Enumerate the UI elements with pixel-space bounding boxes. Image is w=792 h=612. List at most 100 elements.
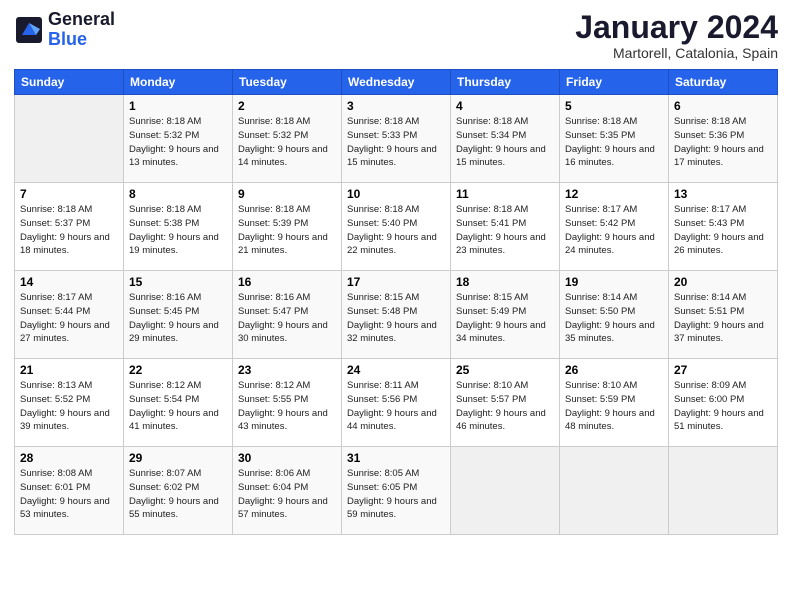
day-number: 5	[565, 99, 663, 113]
day-cell: 20Sunrise: 8:14 AMSunset: 5:51 PMDayligh…	[669, 271, 778, 359]
day-number: 23	[238, 363, 336, 377]
weekday-header-saturday: Saturday	[669, 70, 778, 95]
day-info: Sunrise: 8:17 AMSunset: 5:44 PMDaylight:…	[20, 291, 118, 346]
day-info: Sunrise: 8:15 AMSunset: 5:49 PMDaylight:…	[456, 291, 554, 346]
day-number: 26	[565, 363, 663, 377]
day-cell: 8 Sunrise: 8:18 AMSunset: 5:38 PMDaylight…	[124, 183, 233, 271]
day-info: Sunrise: 8:10 AMSunset: 5:59 PMDaylight:…	[565, 379, 663, 434]
logo: General Blue	[14, 10, 115, 50]
day-info: Sunrise: 8:05 AMSunset: 6:05 PMDaylight:…	[347, 467, 445, 522]
day-number: 3	[347, 99, 445, 113]
weekday-header-wednesday: Wednesday	[342, 70, 451, 95]
day-cell: 4 Sunrise: 8:18 AMSunset: 5:34 PMDaylight…	[451, 95, 560, 183]
day-number: 28	[20, 451, 118, 465]
day-cell: 21 Sunrise: 8:13 AMSunset: 5:52 PMDayligh…	[15, 359, 124, 447]
weekday-header-row: SundayMondayTuesdayWednesdayThursdayFrid…	[15, 70, 778, 95]
day-cell	[560, 447, 669, 535]
day-info: Sunrise: 8:06 AMSunset: 6:04 PMDaylight:…	[238, 467, 336, 522]
weekday-header-sunday: Sunday	[15, 70, 124, 95]
day-info: Sunrise: 8:15 AMSunset: 5:48 PMDaylight:…	[347, 291, 445, 346]
day-cell: 30 Sunrise: 8:06 AMSunset: 6:04 PMDayligh…	[233, 447, 342, 535]
calendar-table: SundayMondayTuesdayWednesdayThursdayFrid…	[14, 69, 778, 535]
day-number: 4	[456, 99, 554, 113]
day-info: Sunrise: 8:14 AMSunset: 5:50 PMDaylight:…	[565, 291, 663, 346]
day-cell: 3 Sunrise: 8:18 AMSunset: 5:33 PMDaylight…	[342, 95, 451, 183]
week-row-3: 14 Sunrise: 8:17 AMSunset: 5:44 PMDayligh…	[15, 271, 778, 359]
day-number: 27	[674, 363, 772, 377]
header: General Blue January 2024 Martorell, Cat…	[14, 10, 778, 61]
day-cell: 12Sunrise: 8:17 AMSunset: 5:42 PMDayligh…	[560, 183, 669, 271]
logo-blue: Blue	[48, 30, 115, 50]
day-info: Sunrise: 8:16 AMSunset: 5:45 PMDaylight:…	[129, 291, 227, 346]
day-info: Sunrise: 8:18 AMSunset: 5:33 PMDaylight:…	[347, 115, 445, 170]
logo-text: General Blue	[48, 10, 115, 50]
month-title: January 2024	[575, 10, 778, 45]
day-cell: 18 Sunrise: 8:15 AMSunset: 5:49 PMDayligh…	[451, 271, 560, 359]
day-info: Sunrise: 8:13 AMSunset: 5:52 PMDaylight:…	[20, 379, 118, 434]
day-info: Sunrise: 8:18 AMSunset: 5:38 PMDaylight:…	[129, 203, 227, 258]
day-cell: 23 Sunrise: 8:12 AMSunset: 5:55 PMDayligh…	[233, 359, 342, 447]
day-cell: 6Sunrise: 8:18 AMSunset: 5:36 PMDaylight…	[669, 95, 778, 183]
day-number: 19	[565, 275, 663, 289]
day-cell: 24Sunrise: 8:11 AMSunset: 5:56 PMDayligh…	[342, 359, 451, 447]
day-cell: 26 Sunrise: 8:10 AMSunset: 5:59 PMDayligh…	[560, 359, 669, 447]
day-cell: 13Sunrise: 8:17 AMSunset: 5:43 PMDayligh…	[669, 183, 778, 271]
weekday-header-friday: Friday	[560, 70, 669, 95]
day-cell: 16Sunrise: 8:16 AMSunset: 5:47 PMDayligh…	[233, 271, 342, 359]
day-cell: 22 Sunrise: 8:12 AMSunset: 5:54 PMDayligh…	[124, 359, 233, 447]
day-cell	[15, 95, 124, 183]
weekday-header-tuesday: Tuesday	[233, 70, 342, 95]
day-number: 31	[347, 451, 445, 465]
day-number: 14	[20, 275, 118, 289]
weekday-header-thursday: Thursday	[451, 70, 560, 95]
day-info: Sunrise: 8:18 AMSunset: 5:41 PMDaylight:…	[456, 203, 554, 258]
day-number: 18	[456, 275, 554, 289]
day-cell: 28 Sunrise: 8:08 AMSunset: 6:01 PMDayligh…	[15, 447, 124, 535]
day-cell	[669, 447, 778, 535]
day-info: Sunrise: 8:18 AMSunset: 5:37 PMDaylight:…	[20, 203, 118, 258]
day-info: Sunrise: 8:08 AMSunset: 6:01 PMDaylight:…	[20, 467, 118, 522]
day-number: 15	[129, 275, 227, 289]
week-row-2: 7 Sunrise: 8:18 AMSunset: 5:37 PMDaylight…	[15, 183, 778, 271]
day-info: Sunrise: 8:18 AMSunset: 5:40 PMDaylight:…	[347, 203, 445, 258]
logo-icon	[14, 15, 44, 45]
day-info: Sunrise: 8:18 AMSunset: 5:34 PMDaylight:…	[456, 115, 554, 170]
day-info: Sunrise: 8:18 AMSunset: 5:32 PMDaylight:…	[129, 115, 227, 170]
day-number: 7	[20, 187, 118, 201]
day-number: 16	[238, 275, 336, 289]
day-number: 6	[674, 99, 772, 113]
title-block: January 2024 Martorell, Catalonia, Spain	[575, 10, 778, 61]
day-info: Sunrise: 8:17 AMSunset: 5:43 PMDaylight:…	[674, 203, 772, 258]
day-number: 11	[456, 187, 554, 201]
day-cell: 19 Sunrise: 8:14 AMSunset: 5:50 PMDayligh…	[560, 271, 669, 359]
day-number: 8	[129, 187, 227, 201]
day-number: 30	[238, 451, 336, 465]
day-number: 12	[565, 187, 663, 201]
day-info: Sunrise: 8:12 AMSunset: 5:55 PMDaylight:…	[238, 379, 336, 434]
day-cell: 14 Sunrise: 8:17 AMSunset: 5:44 PMDayligh…	[15, 271, 124, 359]
day-number: 22	[129, 363, 227, 377]
weekday-header-monday: Monday	[124, 70, 233, 95]
day-cell: 5Sunrise: 8:18 AMSunset: 5:35 PMDaylight…	[560, 95, 669, 183]
location: Martorell, Catalonia, Spain	[575, 45, 778, 61]
day-number: 10	[347, 187, 445, 201]
week-row-5: 28 Sunrise: 8:08 AMSunset: 6:01 PMDayligh…	[15, 447, 778, 535]
day-cell: 7 Sunrise: 8:18 AMSunset: 5:37 PMDaylight…	[15, 183, 124, 271]
day-number: 25	[456, 363, 554, 377]
day-number: 1	[129, 99, 227, 113]
day-number: 29	[129, 451, 227, 465]
week-row-4: 21 Sunrise: 8:13 AMSunset: 5:52 PMDayligh…	[15, 359, 778, 447]
day-cell	[451, 447, 560, 535]
day-cell: 17Sunrise: 8:15 AMSunset: 5:48 PMDayligh…	[342, 271, 451, 359]
day-cell: 15 Sunrise: 8:16 AMSunset: 5:45 PMDayligh…	[124, 271, 233, 359]
day-info: Sunrise: 8:14 AMSunset: 5:51 PMDaylight:…	[674, 291, 772, 346]
day-number: 21	[20, 363, 118, 377]
day-number: 24	[347, 363, 445, 377]
day-info: Sunrise: 8:18 AMSunset: 5:32 PMDaylight:…	[238, 115, 336, 170]
day-info: Sunrise: 8:10 AMSunset: 5:57 PMDaylight:…	[456, 379, 554, 434]
day-cell: 2Sunrise: 8:18 AMSunset: 5:32 PMDaylight…	[233, 95, 342, 183]
day-cell: 10 Sunrise: 8:18 AMSunset: 5:40 PMDayligh…	[342, 183, 451, 271]
day-cell: 31 Sunrise: 8:05 AMSunset: 6:05 PMDayligh…	[342, 447, 451, 535]
day-info: Sunrise: 8:18 AMSunset: 5:39 PMDaylight:…	[238, 203, 336, 258]
day-info: Sunrise: 8:12 AMSunset: 5:54 PMDaylight:…	[129, 379, 227, 434]
